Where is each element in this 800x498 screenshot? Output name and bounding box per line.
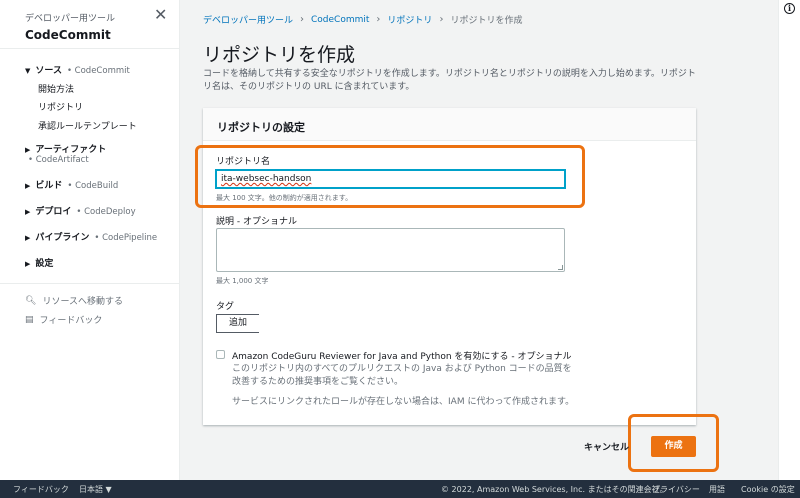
codeguru-checkbox[interactable]	[216, 350, 225, 359]
highlight-box-repository-name	[195, 145, 585, 208]
page-title: リポジトリを作成	[203, 44, 356, 66]
nav-group-label: 設定	[35, 259, 54, 269]
chevron-right-icon: ›	[300, 14, 305, 25]
divider	[0, 48, 180, 49]
codeguru-note: サービスにリンクされたロールが存在しない場合は、IAM に代わって作成されます。	[232, 397, 575, 407]
caret-right-icon: ▶	[25, 146, 31, 154]
cancel-button[interactable]: キャンセル	[584, 440, 629, 453]
nav-group-deploy[interactable]: ▶ デプロイ • CodeDeploy	[25, 204, 136, 217]
page-description: コードを格納して共有する安全なリポジトリを作成します。リポジトリ名とリポジトリの…	[203, 69, 696, 92]
cookie-settings-link[interactable]: Cookie の設定	[741, 484, 795, 495]
privacy-link[interactable]: プライバシー	[652, 484, 700, 495]
terms-link[interactable]: 用語	[709, 484, 725, 495]
codeguru-description: このリポジトリ内のすべてのプルリクエストの Java および Python コー…	[232, 364, 572, 387]
breadcrumb-current: リポジトリを作成	[450, 16, 523, 26]
description-hint: 最大 1,000 文字	[216, 277, 269, 285]
feedback-icon: ▤	[25, 314, 34, 325]
nav-group-source[interactable]: ▼ ソース • CodeCommit	[25, 63, 130, 76]
caret-right-icon: ▶	[25, 182, 31, 190]
footer: フィードバック 日本語 ▼ © 2022, Amazon Web Service…	[0, 480, 800, 498]
nav-service: • CodeBuild	[67, 181, 119, 191]
add-tag-button[interactable]: 追加	[216, 314, 259, 333]
copyright: © 2022, Amazon Web Services, Inc. またはその関…	[441, 485, 668, 494]
sidebar-item-getting-started[interactable]: 開始方法	[25, 82, 74, 95]
nav-group-label: パイプライン	[35, 233, 90, 243]
breadcrumb-repositories[interactable]: リポジトリ	[387, 13, 432, 26]
chevron-right-icon: ›	[439, 14, 444, 25]
nav-group-label: デプロイ	[35, 207, 72, 217]
language-selector[interactable]: 日本語 ▼	[79, 484, 112, 495]
divider	[0, 283, 180, 284]
sidebar-item-repositories[interactable]: リポジトリ	[25, 100, 83, 113]
nav-service: • CodePipeline	[94, 233, 158, 243]
codeguru-label[interactable]: Amazon CodeGuru Reviewer for Java and Py…	[232, 349, 571, 362]
nav-group-label: ソース	[35, 66, 62, 76]
nav-service: • CodeDeploy	[76, 207, 136, 217]
sidebar-subtitle: デベロッパー用ツール	[25, 14, 116, 24]
feedback-label: フィードバック	[39, 316, 103, 326]
resize-handle[interactable]	[558, 265, 563, 270]
description-label: 説明 - オプショナル	[216, 217, 297, 227]
panel-title: リポジトリの設定	[203, 108, 696, 141]
caret-right-icon: ▶	[25, 234, 31, 242]
search-icon: 🔍︎	[25, 295, 37, 306]
sidebar-item-label: 開始方法	[38, 85, 75, 95]
caret-right-icon: ▶	[25, 260, 31, 268]
nav-group-settings[interactable]: ▶ 設定	[25, 256, 53, 269]
go-to-resource-link[interactable]: 🔍︎ リソースへ移動する	[25, 294, 123, 308]
footer-feedback-link[interactable]: フィードバック	[13, 484, 69, 495]
close-icon[interactable]: ✕	[154, 7, 167, 23]
go-to-resource-label: リソースへ移動する	[42, 297, 123, 307]
sidebar-header: デベロッパー用ツール CodeCommit	[25, 11, 115, 42]
codeguru-option: Amazon CodeGuru Reviewer for Java and Py…	[216, 349, 571, 362]
info-icon[interactable]: i	[784, 3, 795, 14]
nav-group-pipeline[interactable]: ▶ パイプライン • CodePipeline	[25, 230, 157, 243]
sidebar: デベロッパー用ツール CodeCommit ✕ ▼ ソース • CodeCommit…	[0, 0, 180, 480]
breadcrumb-developer-tools[interactable]: デベロッパー用ツール	[203, 13, 293, 26]
chevron-right-icon: ›	[376, 14, 381, 25]
caret-down-icon: ▼	[25, 67, 31, 75]
sidebar-item-label: リポジトリ	[38, 103, 84, 113]
create-button[interactable]: 作成	[651, 436, 696, 457]
breadcrumb: デベロッパー用ツール › CodeCommit › リポジトリ › リポジトリを…	[203, 13, 522, 26]
caret-right-icon: ▶	[25, 208, 31, 216]
nav-service: • CodeCommit	[66, 66, 130, 76]
sidebar-title[interactable]: CodeCommit	[25, 28, 115, 42]
feedback-link[interactable]: ▤ フィードバック	[25, 313, 103, 327]
sidebar-item-approval-templates[interactable]: 承認ルールテンプレート	[25, 119, 137, 132]
nav-group-build[interactable]: ▶ ビルド • CodeBuild	[25, 178, 118, 191]
nav-group-artifact[interactable]: ▶ アーティファクト • CodeArtifact	[25, 142, 106, 165]
nav-group-label: アーティファクト	[35, 145, 107, 155]
nav-group-label: ビルド	[35, 181, 63, 191]
sidebar-item-label: 承認ルールテンプレート	[38, 122, 137, 132]
nav-service: • CodeArtifact	[28, 155, 89, 165]
tags-label: タグ	[216, 302, 235, 312]
breadcrumb-codecommit[interactable]: CodeCommit	[311, 15, 369, 25]
help-rail: i	[778, 0, 800, 480]
description-textarea[interactable]	[216, 228, 565, 272]
